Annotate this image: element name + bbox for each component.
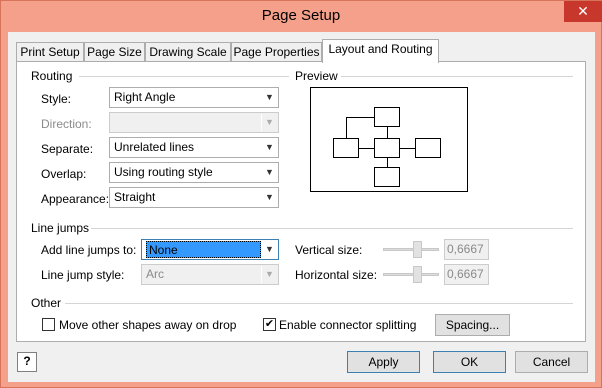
chevron-down-icon: ▼ [261, 241, 277, 258]
preview-shape-bottom [374, 167, 400, 187]
chevron-down-icon: ▼ [261, 164, 277, 181]
chevron-down-icon: ▼ [261, 189, 277, 206]
preview-connector [346, 117, 374, 118]
preview-connector [400, 148, 415, 149]
overlap-dropdown[interactable]: Using routing style ▼ [109, 162, 279, 183]
horizontal-size-slider-thumb [413, 266, 422, 283]
close-button[interactable]: ✕ [564, 1, 602, 22]
chevron-down-icon: ▼ [261, 139, 277, 156]
routing-group-label: Routing [31, 69, 73, 83]
style-label: Style: [41, 92, 72, 106]
title-bar[interactable]: Page Setup ✕ [1, 1, 602, 32]
line-jumps-group-label: Line jumps [31, 221, 90, 235]
enable-splitting-label[interactable]: Enable connector splitting [279, 318, 416, 332]
move-shapes-checkbox[interactable] [42, 318, 55, 331]
routing-preview [310, 87, 468, 192]
line-jump-style-label: Line jump style: [41, 268, 125, 282]
window-title: Page Setup [261, 7, 341, 24]
preview-shape-right [415, 138, 441, 158]
appearance-dropdown[interactable]: Straight ▼ [109, 187, 279, 208]
add-line-jumps-label: Add line jumps to: [41, 243, 137, 257]
style-dropdown[interactable]: Right Angle ▼ [109, 87, 279, 108]
preview-connector [387, 127, 388, 138]
separate-label: Separate: [41, 142, 94, 156]
tab-page-properties[interactable]: Page Properties [231, 42, 322, 62]
chevron-down-icon: ▼ [261, 89, 277, 106]
overlap-value: Using routing style [114, 165, 213, 179]
add-line-jumps-dropdown[interactable]: None ▼ [141, 239, 279, 260]
apply-button[interactable]: Apply [347, 351, 420, 373]
chevron-down-icon: ▼ [261, 266, 277, 283]
tab-layout-and-routing[interactable]: Layout and Routing [322, 39, 439, 63]
line-jump-style-dropdown: Arc ▼ [141, 264, 279, 285]
enable-splitting-checkbox[interactable]: ✔ [263, 318, 276, 331]
tab-drawing-scale[interactable]: Drawing Scale [145, 42, 231, 62]
preview-shape-top [374, 107, 400, 127]
separate-dropdown[interactable]: Unrelated lines ▼ [109, 137, 279, 158]
line-jumps-divider [91, 228, 573, 229]
appearance-label: Appearance: [41, 192, 110, 206]
add-line-jumps-value: None [146, 241, 261, 258]
page-setup-dialog: Page Setup ✕ Print Setup Page Size Drawi… [0, 0, 602, 388]
cancel-button[interactable]: Cancel [515, 351, 588, 373]
tab-page-size[interactable]: Page Size [84, 42, 145, 62]
vertical-size-label: Vertical size: [295, 243, 363, 257]
separate-value: Unrelated lines [114, 140, 195, 154]
line-jump-style-value: Arc [146, 267, 164, 281]
direction-label: Direction: [41, 117, 92, 131]
vertical-size-slider-thumb [413, 241, 422, 258]
help-icon[interactable]: ? [17, 352, 37, 372]
appearance-value: Straight [114, 190, 156, 204]
other-divider [65, 303, 573, 304]
tab-print-setup[interactable]: Print Setup [16, 42, 84, 62]
other-group-label: Other [31, 296, 62, 310]
spacing-button[interactable]: Spacing... [435, 314, 510, 336]
overlap-label: Overlap: [41, 167, 87, 181]
vertical-size-slider-track [383, 248, 439, 251]
horizontal-size-label: Horizontal size: [295, 268, 378, 282]
dialog-client: Print Setup Page Size Drawing Scale Page… [8, 32, 595, 382]
horizontal-size-slider-track [383, 273, 439, 276]
preview-shape-left [333, 138, 359, 158]
vertical-size-field: 0,6667 [444, 239, 489, 260]
layout-routing-panel: Routing Style: Right Angle ▼ Direction: … [16, 61, 586, 342]
preview-group-label: Preview [295, 69, 338, 83]
ok-button[interactable]: OK [433, 351, 506, 373]
preview-connector [387, 158, 388, 167]
preview-divider [341, 76, 573, 77]
preview-shape-center [374, 138, 400, 158]
move-shapes-label[interactable]: Move other shapes away on drop [59, 318, 236, 332]
direction-dropdown: ▼ [109, 112, 279, 133]
preview-connector [346, 117, 347, 138]
chevron-down-icon: ▼ [261, 114, 277, 131]
style-value: Right Angle [114, 90, 176, 104]
routing-divider [79, 76, 289, 77]
preview-connector [359, 148, 374, 149]
horizontal-size-field: 0,6667 [444, 264, 489, 285]
